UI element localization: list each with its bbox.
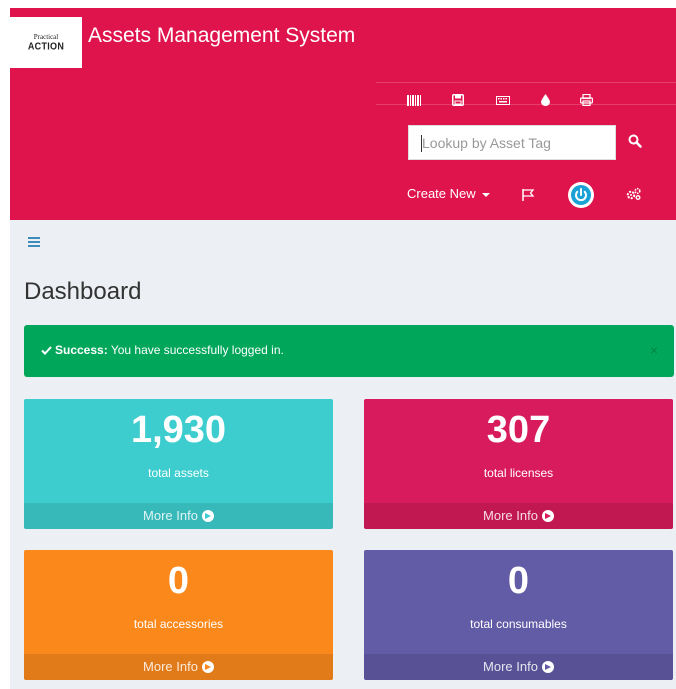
box-label: total assets bbox=[148, 466, 209, 480]
box-value: 1,930 bbox=[130, 409, 227, 451]
print-icon[interactable] bbox=[578, 93, 594, 107]
keyboard-icon[interactable] bbox=[495, 93, 511, 107]
tint-icon[interactable] bbox=[537, 93, 553, 107]
practical-action-logo[interactable]: Practical ACTION bbox=[10, 17, 82, 68]
chevron-down-icon bbox=[481, 192, 490, 197]
more-info-label: More Info bbox=[483, 659, 538, 674]
box-label: total accessories bbox=[133, 617, 224, 631]
create-new-dropdown[interactable]: Create New bbox=[407, 186, 490, 201]
divider bbox=[376, 82, 676, 83]
more-info-label: More Info bbox=[143, 659, 198, 674]
logout-power-button[interactable] bbox=[568, 182, 594, 208]
alert-strong: Success: bbox=[55, 343, 108, 357]
check-icon bbox=[41, 346, 52, 355]
arrow-circle-right-icon bbox=[201, 660, 214, 673]
close-icon[interactable]: × bbox=[650, 342, 658, 358]
box-value: 307 bbox=[486, 409, 551, 451]
create-new-label: Create New bbox=[407, 186, 476, 201]
box-value: 0 bbox=[167, 560, 190, 602]
barcode-icon[interactable] bbox=[406, 93, 422, 107]
arrow-circle-right-icon bbox=[541, 660, 554, 673]
more-info-label: More Info bbox=[483, 508, 538, 523]
total-licenses-box: 307 total licenses More Info bbox=[364, 399, 673, 529]
main-content: Dashboard Success: You have successfully… bbox=[10, 220, 676, 689]
arrow-circle-right-icon bbox=[201, 509, 214, 522]
search-placeholder: Lookup by Asset Tag bbox=[422, 135, 551, 151]
asset-tag-search-input[interactable]: Lookup by Asset Tag bbox=[408, 125, 616, 160]
power-icon bbox=[571, 185, 591, 205]
page-title: Dashboard bbox=[24, 278, 142, 305]
more-info-link[interactable]: More Info bbox=[364, 503, 673, 529]
top-header: Practical ACTION Assets Management Syste… bbox=[10, 8, 676, 220]
more-info-link[interactable]: More Info bbox=[24, 654, 333, 680]
box-value: 0 bbox=[507, 560, 530, 602]
box-label: total consumables bbox=[470, 617, 567, 631]
save-icon[interactable] bbox=[450, 93, 466, 107]
more-info-link[interactable]: More Info bbox=[364, 654, 673, 680]
total-assets-box: 1,930 total assets More Info bbox=[24, 399, 333, 529]
flag-icon[interactable] bbox=[522, 188, 536, 202]
success-alert: Success: You have successfully logged in… bbox=[24, 325, 674, 377]
gears-icon[interactable] bbox=[626, 187, 644, 203]
total-accessories-box: 0 total accessories More Info bbox=[24, 550, 333, 680]
app-title[interactable]: Assets Management System bbox=[88, 24, 355, 48]
search-icon[interactable] bbox=[628, 134, 644, 150]
box-label: total licenses bbox=[483, 466, 554, 480]
logo-line-2: ACTION bbox=[27, 40, 65, 52]
menu-toggle-icon[interactable] bbox=[28, 237, 40, 247]
arrow-circle-right-icon bbox=[541, 509, 554, 522]
total-consumables-box: 0 total consumables More Info bbox=[364, 550, 673, 680]
alert-message: Success: You have successfully logged in… bbox=[41, 343, 284, 357]
more-info-label: More Info bbox=[143, 508, 198, 523]
alert-text: You have successfully logged in. bbox=[107, 343, 284, 357]
more-info-link[interactable]: More Info bbox=[24, 503, 333, 529]
